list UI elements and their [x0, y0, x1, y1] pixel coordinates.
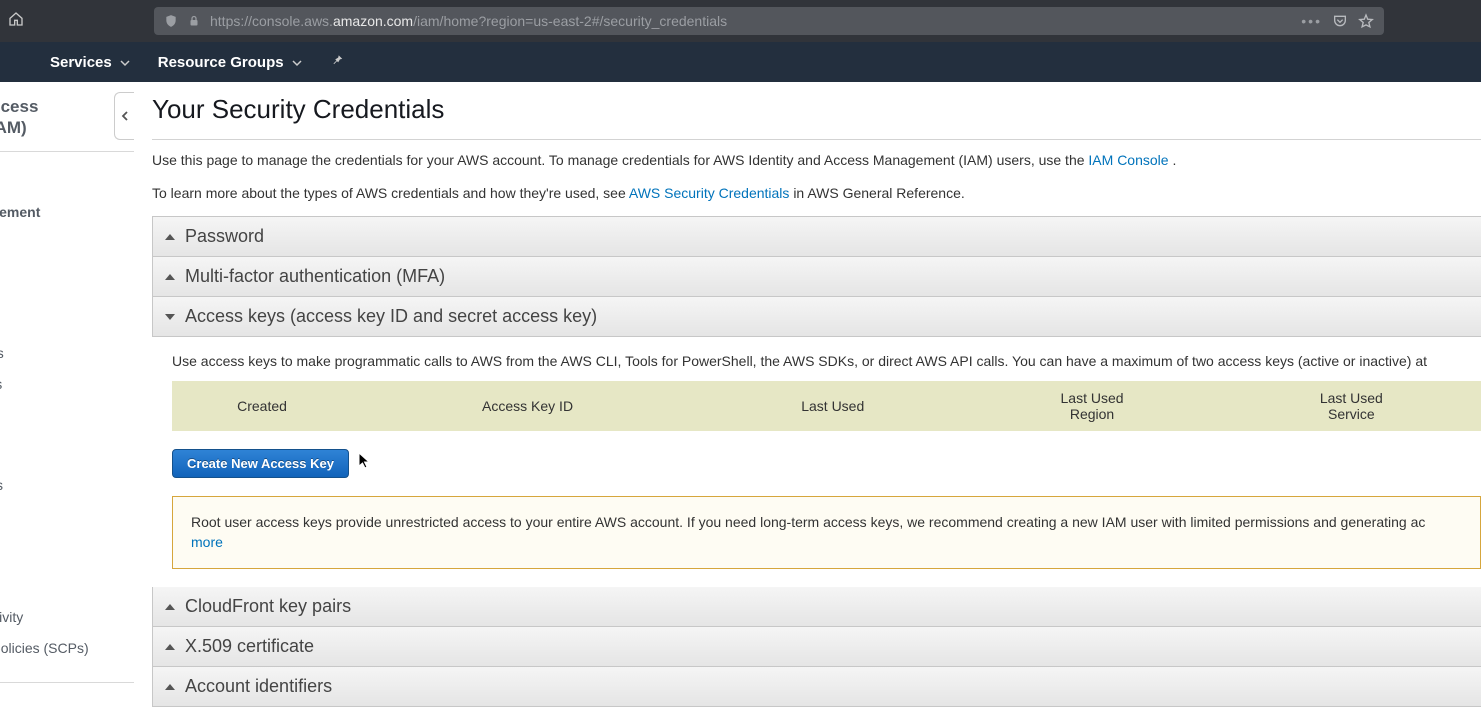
sidebar-item[interactable]: settings	[0, 369, 134, 400]
sidebar-item[interactable]: zers	[0, 501, 134, 532]
sidebar-item[interactable]: l report	[0, 571, 134, 602]
sidebar-item[interactable]: ontrol policies (SCPs)	[0, 633, 134, 664]
pin-icon[interactable]	[330, 53, 344, 72]
accordion-access-keys-label: Access keys (access key ID and secret ac…	[185, 306, 597, 327]
aws-security-credentials-link[interactable]: AWS Security Credentials	[629, 185, 790, 201]
more-icon[interactable]: •••	[1301, 13, 1322, 29]
chevron-down-icon	[120, 59, 130, 67]
iam-console-link[interactable]: IAM Console	[1088, 152, 1168, 168]
main-content: Your Security Credentials Use this page …	[134, 82, 1481, 720]
accordion-mfa[interactable]: Multi-factor authentication (MFA)	[152, 257, 1481, 297]
access-keys-panel: Use access keys to make programmatic cal…	[152, 337, 1481, 587]
col-access-key-id: Access Key ID	[352, 381, 703, 431]
accordion-cloudfront[interactable]: CloudFront key pairs	[152, 587, 1481, 627]
accordion-account-identifiers[interactable]: Account identifiers	[152, 667, 1481, 707]
col-last-used-region: Last Used Region	[962, 381, 1221, 431]
url-prefix: https://console.aws.	[210, 13, 333, 29]
caret-up-icon	[165, 274, 175, 280]
caret-up-icon	[165, 234, 175, 240]
services-menu[interactable]: Services	[50, 54, 130, 71]
accordion-x509-label: X.509 certificate	[185, 636, 314, 657]
url-bar[interactable]: https://console.aws.amazon.com/iam/home?…	[154, 7, 1384, 35]
sidebar-item[interactable]: nalyzer	[0, 439, 134, 470]
accordion-cloudfront-label: CloudFront key pairs	[185, 596, 351, 617]
lock-icon	[188, 15, 200, 27]
pocket-icon[interactable]	[1332, 13, 1348, 29]
sidebar-item[interactable]: tion activity	[0, 602, 134, 633]
sidebar-item[interactable]: roviders	[0, 338, 134, 369]
intro-1: Use this page to manage the credentials …	[152, 150, 1481, 171]
caret-down-icon	[165, 314, 175, 320]
accordion-password[interactable]: Password	[152, 217, 1481, 257]
chevron-down-icon	[292, 59, 302, 67]
intro1-tail: .	[1172, 152, 1176, 168]
sidebar-title-line2: ent (IAM)	[0, 118, 27, 137]
browser-chrome: https://console.aws.amazon.com/iam/home?…	[0, 0, 1481, 42]
star-icon[interactable]	[1358, 13, 1374, 29]
accordion-access-keys[interactable]: Access keys (access key ID and secret ac…	[152, 297, 1481, 337]
caret-up-icon	[165, 644, 175, 650]
col-created: Created	[172, 381, 352, 431]
credentials-accordion: Password Multi-factor authentication (MF…	[152, 216, 1481, 707]
accordion-x509[interactable]: X.509 certificate	[152, 627, 1481, 667]
sidebar-item[interactable]: gs	[0, 532, 134, 563]
learn-more-link[interactable]: more	[191, 534, 223, 550]
create-new-access-key-button[interactable]: Create New Access Key	[172, 449, 349, 478]
accordion-password-label: Password	[185, 226, 264, 247]
sidebar: nd Access ent (IAM) rd management rovide…	[0, 82, 134, 720]
accordion-account-label: Account identifiers	[185, 676, 332, 697]
url-suffix: /iam/home?region=us-east-2#/security_cre…	[413, 13, 727, 29]
resource-groups-menu[interactable]: Resource Groups	[158, 54, 302, 71]
url-text: https://console.aws.amazon.com/iam/home?…	[210, 13, 727, 29]
shield-icon	[164, 14, 178, 28]
col-last-used-service: Last Used Service	[1222, 381, 1481, 431]
services-label: Services	[50, 54, 112, 71]
access-keys-table: Created Access Key ID Last Used Last Use…	[172, 381, 1481, 431]
aws-top-nav: Services Resource Groups	[0, 42, 1481, 82]
home-icon[interactable]	[8, 11, 24, 32]
accordion-mfa-label: Multi-factor authentication (MFA)	[185, 266, 445, 287]
caret-up-icon	[165, 684, 175, 690]
sidebar-item[interactable]: management	[0, 197, 134, 228]
root-key-warning: Root user access keys provide unrestrict…	[172, 496, 1481, 569]
sidebar-item[interactable]: rd	[0, 166, 134, 197]
url-host: amazon.com	[333, 13, 413, 29]
intro-2: To learn more about the types of AWS cre…	[152, 183, 1481, 204]
caret-up-icon	[165, 604, 175, 610]
intro2-text: To learn more about the types of AWS cre…	[152, 185, 629, 201]
chevron-left-icon	[121, 111, 129, 121]
warning-text: Root user access keys provide unrestrict…	[191, 514, 1425, 530]
resource-groups-label: Resource Groups	[158, 54, 284, 71]
sidebar-item[interactable]: ve rules	[0, 470, 134, 501]
sidebar-title-line1: nd Access	[0, 97, 38, 116]
page-title: Your Security Credentials	[152, 94, 1481, 125]
intro1-text: Use this page to manage the credentials …	[152, 152, 1088, 168]
sidebar-item[interactable]: eports	[0, 408, 134, 439]
sidebar-nav: rd management roviders settings eports n…	[0, 166, 134, 683]
intro2-tail: in AWS General Reference.	[793, 185, 964, 201]
sidebar-collapse-toggle[interactable]	[114, 92, 134, 140]
access-keys-description: Use access keys to make programmatic cal…	[172, 353, 1481, 369]
col-last-used: Last Used	[703, 381, 962, 431]
